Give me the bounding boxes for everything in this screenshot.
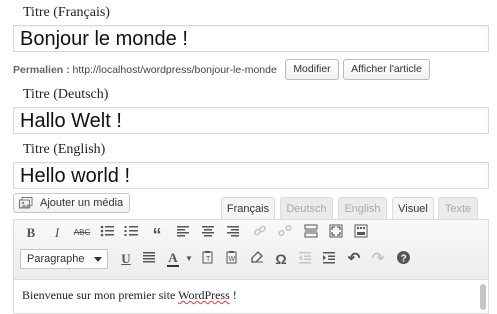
justify-icon[interactable] — [140, 250, 158, 268]
editor-text-after: ! — [229, 288, 237, 302]
tab-deutsch[interactable]: Deutsch — [280, 197, 333, 220]
editor-text-before: Bienvenue sur mon premier site — [22, 288, 179, 302]
editor-scrollbar[interactable] — [480, 284, 486, 310]
svg-text:?: ? — [400, 254, 406, 265]
help-icon[interactable]: ? — [394, 250, 412, 268]
clear-format-icon[interactable] — [248, 250, 266, 268]
link-icon[interactable] — [251, 224, 269, 242]
paste-word-icon[interactable]: W — [223, 250, 241, 268]
add-media-button[interactable]: Ajouter un média — [13, 193, 130, 213]
redo-icon[interactable]: ↷ — [369, 250, 387, 268]
unlink-icon[interactable] — [276, 224, 294, 242]
media-icon — [19, 197, 33, 209]
title-label-de: Titre (Deutsch) — [23, 87, 109, 102]
format-select-value: Paragraphe — [27, 253, 85, 265]
title-label-fr: Titre (Français) — [23, 5, 110, 20]
special-char-icon[interactable]: Ω — [272, 250, 290, 268]
svg-text:W: W — [229, 256, 236, 263]
paste-text-icon[interactable]: T — [199, 250, 217, 268]
align-center-icon[interactable] — [199, 224, 217, 242]
read-more-icon[interactable] — [302, 224, 320, 242]
view-post-button[interactable]: Afficher l'article — [343, 59, 430, 80]
outdent-icon[interactable] — [296, 250, 314, 268]
italic-icon[interactable]: I — [48, 224, 66, 242]
bold-icon[interactable]: B — [22, 224, 40, 242]
title-input-de[interactable]: Hallo Welt ! — [13, 107, 489, 134]
tab-english[interactable]: English — [338, 197, 387, 220]
chevron-down-icon — [94, 257, 102, 262]
numbered-list-icon[interactable] — [122, 224, 140, 242]
fullscreen-icon[interactable] — [327, 224, 345, 242]
editor-content[interactable]: Bienvenue sur mon premier site WordPress… — [22, 288, 237, 303]
text-color-dropdown-icon[interactable]: ▼ — [180, 250, 198, 268]
editor-text-misspelled: WordPress — [178, 288, 230, 302]
permalink-label: Permalien : — [13, 64, 70, 76]
kitchen-sink-icon[interactable] — [352, 224, 370, 242]
title-input-fr[interactable]: Bonjour le monde ! — [13, 25, 489, 52]
bullet-list-icon[interactable] — [98, 224, 116, 242]
tab-text[interactable]: Texte — [438, 197, 478, 220]
editor-toolbar: B I ABC “ Paragraphe U A ▼ T W Ω ↶ ↷ ? — [14, 220, 488, 280]
align-left-icon[interactable] — [174, 224, 192, 242]
permalink-url[interactable]: http://localhost/wordpress/bonjour-le-mo… — [73, 64, 277, 76]
title-label-en: Titre (English) — [23, 142, 106, 157]
undo-icon[interactable]: ↶ — [345, 250, 363, 268]
indent-icon[interactable] — [320, 250, 338, 268]
strikethrough-icon[interactable]: ABC — [73, 224, 91, 242]
add-media-label: Ajouter un média — [40, 197, 124, 209]
format-select[interactable]: Paragraphe — [20, 249, 108, 269]
tab-visual[interactable]: Visuel — [392, 197, 434, 220]
svg-text:T: T — [206, 256, 211, 263]
title-input-en[interactable]: Hello world ! — [13, 162, 489, 189]
blockquote-icon[interactable]: “ — [148, 224, 166, 245]
tab-francais[interactable]: Français — [221, 197, 275, 220]
modify-permalink-button[interactable]: Modifier — [285, 59, 339, 80]
underline-icon[interactable]: U — [117, 250, 135, 268]
editor: B I ABC “ Paragraphe U A ▼ T W Ω ↶ ↷ ? B… — [13, 219, 489, 314]
align-right-icon[interactable] — [224, 224, 242, 242]
permalink-row: Permalien : http://localhost/wordpress/b… — [13, 62, 277, 78]
